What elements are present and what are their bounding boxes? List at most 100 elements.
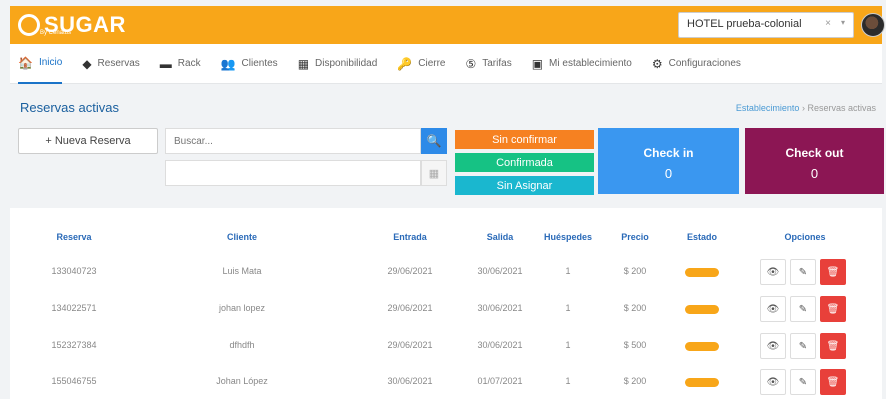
- hotel-select-value: HOTEL prueba-colonial: [687, 18, 802, 30]
- cell-reserva: 152327384: [51, 340, 97, 350]
- status-badge: [685, 342, 719, 351]
- view-button[interactable]: 👁: [760, 296, 786, 322]
- cell-precio: $ 200: [623, 266, 647, 276]
- nav-item-label: Reservas: [97, 58, 140, 69]
- cell-reserva: 133040723: [51, 266, 97, 276]
- delete-button[interactable]: 🗑: [820, 369, 846, 395]
- reservations-table: Reserva Cliente Entrada Salida Huéspedes Prec…: [10, 208, 882, 399]
- cell-huespedes: 1: [565, 266, 571, 276]
- status-badge: [685, 378, 719, 387]
- column-header[interactable]: Salida: [465, 232, 535, 242]
- cell-cliente: Luis Mata: [222, 266, 262, 276]
- nav-item-label: Configuraciones: [668, 58, 741, 69]
- trash-icon: 🗑: [826, 266, 840, 278]
- pencil-icon: ✎: [798, 376, 808, 388]
- top-bar: SUGAR By Cenatus HOTEL prueba-colonial ×…: [10, 6, 885, 44]
- nav-item-label: Clientes: [241, 58, 278, 69]
- bed-icon: ▬: [159, 56, 172, 71]
- cell-reserva: 134022571: [51, 303, 97, 313]
- search-button[interactable]: 🔍: [421, 128, 447, 154]
- cell-cliente: Johan López: [216, 376, 268, 386]
- cell-precio: $ 200: [623, 376, 647, 386]
- breadcrumb-separator: ›: [801, 103, 805, 113]
- eye-icon: 👁: [766, 376, 780, 388]
- nav-item-reservas[interactable]: ◆ Reservas: [82, 44, 139, 84]
- column-header[interactable]: Precio: [610, 232, 660, 242]
- cell-cliente: johan lopez: [218, 303, 266, 313]
- cell-reserva: 155046755: [51, 376, 97, 386]
- status-badge: [685, 305, 719, 314]
- nav-item-disponibilidad[interactable]: ▦ Disponibilidad: [298, 44, 378, 84]
- checkin-card[interactable]: Check in 0: [598, 128, 739, 194]
- nav-item-label: Disponibilidad: [315, 58, 378, 69]
- filter-confirmed-button[interactable]: Confirmada: [455, 153, 594, 172]
- column-header[interactable]: Estado: [672, 232, 732, 242]
- tag-icon: ◆: [82, 56, 92, 71]
- app-tagline: By Cenatus: [40, 30, 72, 36]
- column-header[interactable]: Opciones: [760, 232, 850, 242]
- edit-button[interactable]: ✎: [790, 333, 816, 359]
- checkin-label: Check in: [643, 146, 694, 160]
- breadcrumb-link[interactable]: Establecimiento: [736, 103, 800, 113]
- clear-icon[interactable]: ×: [825, 18, 831, 29]
- hotel-select[interactable]: HOTEL prueba-colonial × ▾: [678, 12, 854, 38]
- edit-button[interactable]: ✎: [790, 369, 816, 395]
- cell-huespedes: 1: [565, 340, 571, 350]
- checkout-label: Check out: [785, 146, 844, 160]
- nav-item-inicio[interactable]: 🏠 Inicio: [18, 44, 63, 84]
- pencil-icon: ✎: [798, 266, 808, 278]
- nav-item-clientes[interactable]: 👥 Clientes: [221, 44, 278, 84]
- nav-item-label: Cierre: [418, 58, 446, 69]
- pencil-icon: ✎: [798, 303, 808, 315]
- status-badge: [685, 268, 719, 277]
- view-button[interactable]: 👁: [760, 369, 786, 395]
- chevron-down-icon[interactable]: ▾: [841, 18, 845, 27]
- delete-button[interactable]: 🗑: [820, 259, 846, 285]
- edit-button[interactable]: ✎: [790, 296, 816, 322]
- search-input[interactable]: [165, 128, 421, 154]
- logo-icon: [18, 14, 40, 36]
- nav-item-configuraciones[interactable]: ⚙ Configuraciones: [652, 44, 741, 84]
- new-reservation-button[interactable]: + Nueva Reserva: [18, 128, 158, 154]
- column-header[interactable]: Huéspedes: [530, 232, 606, 242]
- settings-icon: ⚙: [651, 56, 663, 71]
- cell-huespedes: 1: [565, 376, 571, 386]
- delete-button[interactable]: 🗑: [820, 296, 846, 322]
- checkout-card[interactable]: Check out 0: [745, 128, 884, 194]
- cell-salida: 01/07/2021: [477, 376, 523, 386]
- calendar-button[interactable]: ▦: [421, 160, 447, 186]
- calendar-icon: ▦: [428, 167, 440, 180]
- breadcrumb-current: Reservas activas: [807, 103, 876, 113]
- delete-button[interactable]: 🗑: [820, 333, 846, 359]
- grid-icon: ▦: [297, 56, 310, 71]
- column-header[interactable]: Entrada: [370, 232, 450, 242]
- edit-button[interactable]: ✎: [790, 259, 816, 285]
- cell-entrada: 29/06/2021: [387, 303, 433, 313]
- filter-unassigned-button[interactable]: Sin Asignar: [455, 176, 594, 195]
- user-avatar[interactable]: [861, 13, 885, 37]
- people-icon: 👥: [220, 56, 236, 71]
- building-icon: ▣: [531, 56, 544, 71]
- filter-unconfirmed-button[interactable]: Sin confirmar: [455, 130, 594, 149]
- view-button[interactable]: 👁: [760, 259, 786, 285]
- date-input[interactable]: [165, 160, 421, 186]
- trash-icon: 🗑: [826, 376, 840, 388]
- nav-item-label: Inicio: [38, 57, 63, 68]
- app-logo[interactable]: SUGAR: [18, 10, 126, 40]
- home-icon: 🏠: [18, 55, 33, 70]
- nav-item-cierre[interactable]: 🔑 Cierre: [397, 44, 445, 84]
- coin-icon: ⑤: [465, 56, 477, 71]
- column-header[interactable]: Reserva: [24, 232, 124, 242]
- eye-icon: 👁: [766, 266, 780, 278]
- trash-icon: 🗑: [826, 340, 840, 352]
- main-nav: 🏠 Inicio ◆ Reservas ▬ Rack 👥 Clientes ▦ Disponibi…: [10, 44, 882, 84]
- nav-item-mi-establecimiento[interactable]: ▣ Mi establecimiento: [532, 44, 632, 84]
- column-header[interactable]: Cliente: [177, 232, 307, 242]
- trash-icon: 🗑: [826, 303, 840, 315]
- cell-salida: 30/06/2021: [477, 303, 523, 313]
- cell-huespedes: 1: [565, 303, 571, 313]
- view-button[interactable]: 👁: [760, 333, 786, 359]
- nav-item-tarifas[interactable]: ⑤ Tarifas: [465, 44, 511, 84]
- nav-item-rack[interactable]: ▬ Rack: [160, 44, 201, 84]
- nav-item-label: Mi establecimiento: [549, 58, 632, 69]
